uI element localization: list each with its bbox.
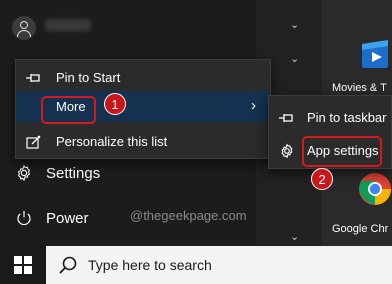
- taskbar-search-box[interactable]: Type here to search: [46, 246, 392, 284]
- settings-item[interactable]: Settings: [14, 163, 100, 183]
- menu-item-label: Pin to Start: [56, 70, 121, 85]
- annotation-box-app-settings: [302, 136, 382, 167]
- pin-icon: [20, 72, 48, 84]
- annotation-box-more: [41, 96, 96, 124]
- annotation-badge: 1: [104, 93, 126, 115]
- blurred-user-name: [45, 19, 91, 31]
- annotation-badge: 2: [311, 168, 333, 190]
- settings-label: Settings: [46, 164, 101, 182]
- gear-icon: [273, 143, 301, 159]
- watermark: @thegeekpage.com: [130, 208, 247, 223]
- power-label: Power: [46, 209, 89, 227]
- search-placeholder: Type here to search: [88, 257, 212, 273]
- tile-label: Movies & T: [332, 82, 387, 94]
- chrome-icon: [359, 173, 391, 205]
- chrome-tile[interactable]: Google Chr: [322, 160, 392, 246]
- menu-item-label: Pin to taskbar: [307, 110, 387, 125]
- chevron-down-icon[interactable]: ⌄: [290, 52, 299, 65]
- windows-logo-icon: [14, 256, 32, 274]
- menu-item-personalize[interactable]: Personalize this list: [16, 126, 270, 157]
- power-item[interactable]: Power: [14, 208, 89, 228]
- chevron-right-icon: ›: [251, 97, 256, 114]
- tile-label: Google Chr: [332, 223, 389, 235]
- movies-icon: [362, 40, 388, 68]
- menu-item-pin-to-taskbar[interactable]: Pin to taskbar: [269, 102, 391, 133]
- menu-item-pin-to-start[interactable]: Pin to Start: [16, 62, 270, 93]
- taskbar: Type here to search: [0, 246, 392, 284]
- power-icon: [14, 208, 34, 228]
- chevron-down-icon[interactable]: ⌄: [290, 18, 299, 31]
- pin-icon: [273, 112, 301, 124]
- chevron-down-icon[interactable]: ⌄: [290, 230, 299, 243]
- start-button[interactable]: [0, 246, 46, 284]
- gear-icon: [14, 163, 34, 183]
- movies-tile[interactable]: Movies & T: [322, 12, 392, 102]
- user-avatar[interactable]: [12, 16, 36, 40]
- personalize-icon: [20, 135, 48, 149]
- search-icon: [59, 256, 77, 274]
- menu-item-label: Personalize this list: [56, 134, 168, 149]
